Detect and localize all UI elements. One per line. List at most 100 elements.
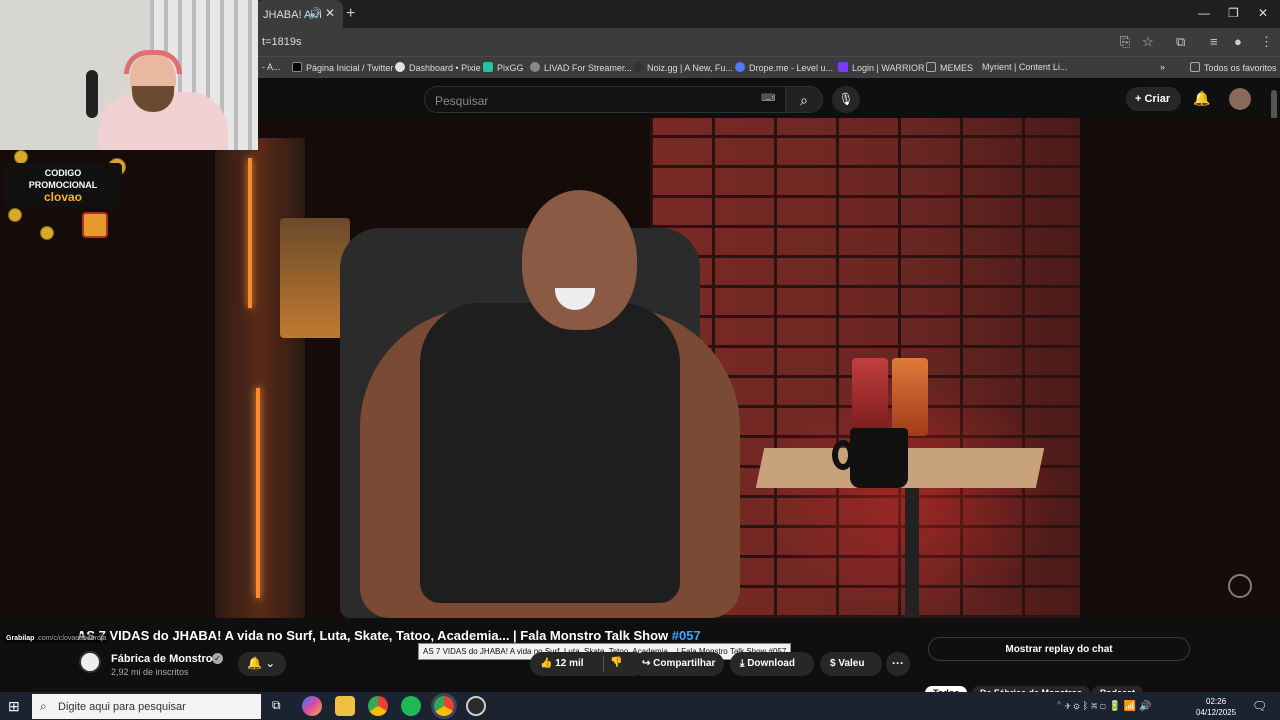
warrior-icon xyxy=(838,62,848,72)
channel-watermark-icon[interactable] xyxy=(1228,574,1252,598)
bookmark-pixie[interactable]: Dashboard • Pixie xyxy=(395,62,481,73)
folder-icon xyxy=(926,62,936,72)
table-leg xyxy=(905,488,919,618)
like-button[interactable]: 👍 12 mil 👎 xyxy=(530,652,646,676)
black-mug xyxy=(850,428,908,488)
close-window-button[interactable]: ✕ xyxy=(1258,6,1268,20)
close-tab-icon[interactable]: ✕ xyxy=(325,6,335,20)
subscriber-count: 2,92 mi de inscritos xyxy=(111,667,189,677)
taskbar-search-input[interactable]: ⌕ Digite aqui para pesquisar xyxy=(32,694,261,719)
keyboard-icon[interactable]: ⌨ xyxy=(761,93,775,104)
promo-code: clovao xyxy=(43,190,82,204)
drope-icon xyxy=(735,62,745,72)
chrome-icon[interactable] xyxy=(368,696,388,716)
drink-can xyxy=(852,358,888,436)
menu-icon[interactable]: ⋮ xyxy=(1260,34,1273,50)
all-favorites[interactable]: Todos os favoritos xyxy=(1190,62,1277,73)
channel-name[interactable]: Fábrica de Monstros xyxy=(111,653,219,665)
file-explorer-icon[interactable] xyxy=(335,696,355,716)
background-shelf xyxy=(215,138,305,618)
download-button[interactable]: ⤓ Download xyxy=(730,652,814,676)
bookmark-item[interactable]: - A... xyxy=(262,62,281,72)
leather-vest xyxy=(420,303,680,603)
bookmark-folder-memes[interactable]: MEMES xyxy=(926,62,973,73)
bookmark-pixgg[interactable]: PixGG xyxy=(483,62,524,73)
verified-badge-icon: ✓ xyxy=(212,653,223,664)
promo-code-banner: CODIGO PROMOCIONAL clovao xyxy=(4,163,122,207)
grab-link: Grabilap .com/c/clovaodbaerdja xyxy=(4,634,109,643)
coin-icon xyxy=(14,150,28,164)
show-chat-replay-button[interactable]: Mostrar replay do chat xyxy=(928,637,1190,661)
download-icon: ⤓ xyxy=(740,658,745,669)
x-logo-icon xyxy=(292,62,302,72)
video-title: AS 7 VIDAS do JHABA! A vida no Surf, Lut… xyxy=(77,628,701,643)
clock-date: 04/12/2025 xyxy=(1196,708,1237,717)
folder-icon xyxy=(1190,62,1200,72)
pixgg-icon xyxy=(483,62,493,72)
coin-icon xyxy=(8,208,22,222)
bookmark-livad[interactable]: LIVAD For Streamer... xyxy=(530,62,632,73)
channel-avatar[interactable] xyxy=(79,651,101,673)
bookmark-myrient[interactable]: Myrient | Content Li... xyxy=(982,62,1067,72)
drink-can xyxy=(892,358,928,436)
neon-light xyxy=(256,388,260,598)
promo-line1: CODIGO xyxy=(44,168,82,178)
hashtag-link[interactable]: #057 xyxy=(672,628,701,643)
super-thanks-icon: $ xyxy=(830,658,836,669)
taskbar-clock[interactable]: 02:26 04/12/2025 xyxy=(1196,696,1236,718)
install-app-icon[interactable]: ⎘ xyxy=(1120,34,1130,50)
bookmark-twitter[interactable]: Página Inicial / Twitter xyxy=(292,62,393,73)
copilot-icon[interactable] xyxy=(302,696,322,716)
voice-search-button[interactable]: 🎙 xyxy=(832,86,860,113)
chrome-active-icon[interactable] xyxy=(434,696,454,716)
spotify-icon[interactable] xyxy=(401,696,421,716)
speaker-icon[interactable]: 🔊 xyxy=(308,7,322,20)
thumbs-up-icon: 👍 xyxy=(540,658,553,669)
webcam-overlay xyxy=(0,0,258,150)
avatar[interactable] xyxy=(1229,88,1251,110)
chevron-down-icon: ⌄ xyxy=(265,656,276,670)
extensions-icon[interactable]: ⧉ xyxy=(1176,34,1185,50)
search-icon: ⌕ xyxy=(800,92,808,108)
bookmarks-overflow-icon[interactable]: » xyxy=(1160,62,1165,72)
bookmark-drope[interactable]: Drope.me - Level u... xyxy=(735,62,833,73)
clock-time: 02:26 xyxy=(1206,697,1227,706)
bookmark-star-icon[interactable]: ☆ xyxy=(1142,34,1154,50)
bell-icon: 🔔 xyxy=(247,656,262,670)
new-tab-button[interactable]: + xyxy=(346,5,355,23)
gift-icon xyxy=(82,212,108,238)
thumbs-down-icon[interactable]: 👎 xyxy=(610,657,622,668)
obs-icon[interactable] xyxy=(466,696,486,716)
share-icon: ↪ xyxy=(642,658,651,669)
search-button[interactable]: ⌕ xyxy=(785,86,823,113)
noiz-icon xyxy=(633,62,643,72)
share-button[interactable]: ↪ Compartilhar xyxy=(632,652,724,676)
more-actions-icon[interactable]: ··· xyxy=(886,652,910,676)
bookmark-warrior[interactable]: Login | WARRIOR xyxy=(838,62,925,73)
windows-start-icon[interactable]: ⊞ xyxy=(8,698,20,715)
search-input[interactable]: Pesquisar xyxy=(424,86,786,113)
subscription-bell-button[interactable]: 🔔 ⌄ xyxy=(238,652,286,676)
notification-center-icon[interactable]: 🗨 xyxy=(1252,699,1267,713)
profile-icon[interactable]: ● xyxy=(1234,34,1242,49)
windows-taskbar: ⊞ ⌕ Digite aqui para pesquisar ⧉ ⌃ ✈ ⚙ ᛒ… xyxy=(0,692,1280,720)
media-control-icon[interactable]: ≡ xyxy=(1210,34,1218,49)
notifications-bell-icon[interactable]: 🔔 xyxy=(1193,90,1210,107)
url-field[interactable]: t=1819s xyxy=(262,36,301,48)
bookmark-noiz[interactable]: Noiz.gg | A New, Fu... xyxy=(633,62,733,73)
mic-icon: 🎙 xyxy=(838,92,854,106)
like-count: 12 mil xyxy=(555,658,584,669)
restore-button[interactable]: ❐ xyxy=(1228,6,1239,20)
pixie-icon xyxy=(395,62,405,72)
browser-tab[interactable]: JHABA! A vi 🔊 ✕ xyxy=(255,0,343,28)
system-tray-icons[interactable]: ⌃ ✈ ⚙ ᛒ ⌘ ▢ 🔋 📶 🔊 xyxy=(1056,701,1152,712)
create-button[interactable]: + Criar xyxy=(1126,87,1181,111)
coin-icon xyxy=(40,226,54,240)
microphone xyxy=(86,70,98,118)
video-player[interactable] xyxy=(0,118,1280,618)
minimize-button[interactable]: — xyxy=(1198,6,1210,20)
search-icon: ⌕ xyxy=(40,699,47,713)
thanks-button[interactable]: $ Valeu xyxy=(820,652,882,676)
task-view-icon[interactable]: ⧉ xyxy=(268,696,288,716)
livad-icon xyxy=(530,62,540,72)
